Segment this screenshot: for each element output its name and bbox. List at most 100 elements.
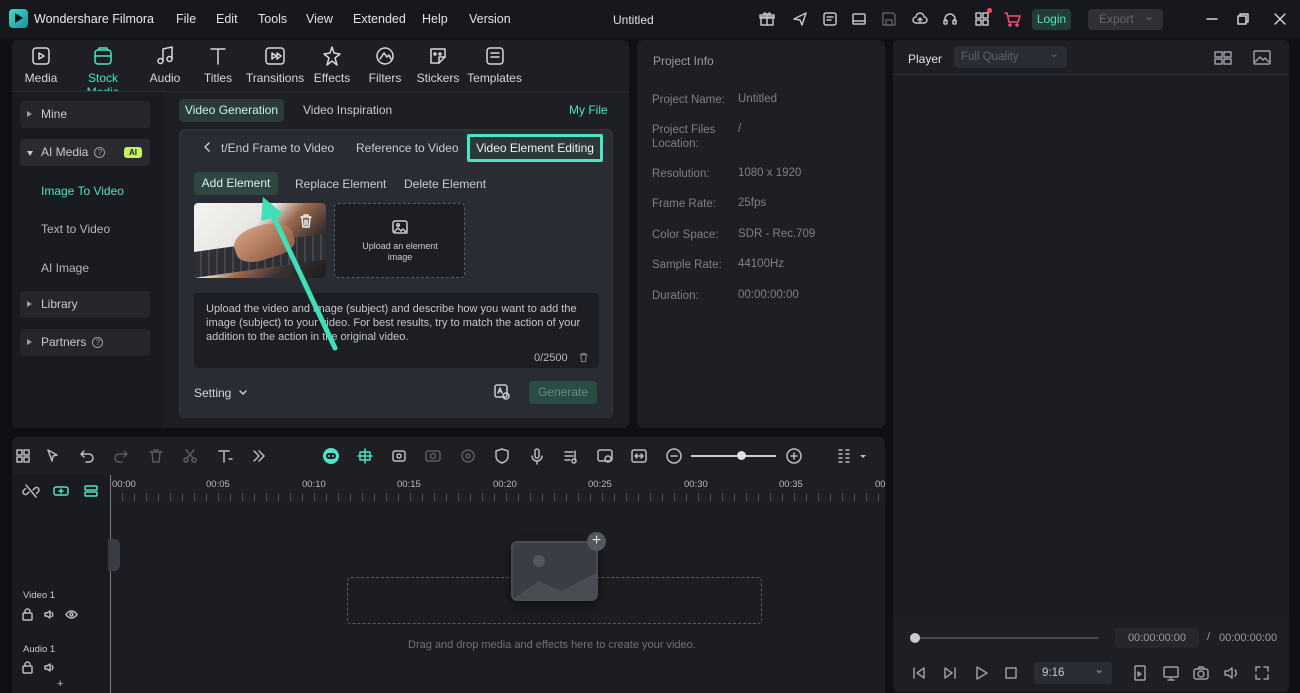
media-kit-icon[interactable] xyxy=(821,10,839,28)
sidebar-item-text-to-video[interactable]: Text to Video xyxy=(41,222,110,236)
replace-element-button[interactable]: Replace Element xyxy=(295,177,386,191)
send-icon[interactable] xyxy=(791,10,809,28)
track-layout-icon[interactable] xyxy=(835,447,853,465)
zoom-slider-handle[interactable] xyxy=(737,451,746,460)
next-frame-icon[interactable] xyxy=(941,664,959,682)
snap-icon[interactable] xyxy=(356,447,374,465)
lock-icon[interactable] xyxy=(21,608,34,621)
menu-file[interactable]: File xyxy=(176,12,196,26)
stabilize-icon[interactable] xyxy=(459,447,477,465)
ai-assist-icon[interactable] xyxy=(492,382,512,402)
previous-frame-icon[interactable] xyxy=(910,664,928,682)
multicam-icon[interactable] xyxy=(424,447,442,465)
sidebar-item-ai-image[interactable]: AI Image xyxy=(41,261,89,275)
tab-start-end-frame[interactable]: t/End Frame to Video xyxy=(221,141,334,155)
tab-video-inspiration[interactable]: Video Inspiration xyxy=(303,103,392,117)
pip-icon[interactable] xyxy=(596,447,614,465)
layout-icon[interactable] xyxy=(850,10,868,28)
playhead[interactable] xyxy=(110,475,111,693)
speaker-icon[interactable] xyxy=(43,608,56,621)
grid-view-icon[interactable] xyxy=(1214,50,1232,65)
setting-dropdown[interactable]: Setting xyxy=(194,386,231,400)
add-media-icon[interactable]: + xyxy=(587,532,606,551)
sidebar-item-partners[interactable]: Partners? xyxy=(20,329,150,356)
my-file-link[interactable]: My File xyxy=(569,103,608,117)
fit-width-icon[interactable] xyxy=(630,447,648,465)
unlink-icon[interactable] xyxy=(22,483,40,499)
microphone-icon[interactable] xyxy=(528,447,546,465)
quality-select[interactable]: Full Quality xyxy=(954,43,1067,68)
add-track-icon[interactable]: + xyxy=(57,678,63,690)
apps-grid-icon[interactable] xyxy=(973,8,992,28)
tab-video-generation[interactable]: Video Generation xyxy=(179,99,284,122)
zoom-out-icon[interactable] xyxy=(665,447,683,465)
track-manager-icon[interactable] xyxy=(82,483,100,499)
ai-mate-icon[interactable] xyxy=(322,447,340,465)
more-tools-icon[interactable] xyxy=(250,447,268,465)
login-button[interactable]: Login xyxy=(1032,9,1071,30)
auto-ripple-icon[interactable] xyxy=(390,447,408,465)
tab-audio[interactable]: Audio xyxy=(135,45,195,85)
close-icon[interactable] xyxy=(1271,10,1289,28)
menu-edit[interactable]: Edit xyxy=(216,12,238,26)
delete-element-button[interactable]: Delete Element xyxy=(404,177,486,191)
menu-help[interactable]: Help xyxy=(422,12,448,26)
tab-filters[interactable]: Filters xyxy=(355,45,415,85)
select-pointer-icon[interactable] xyxy=(44,447,62,465)
fullscreen-icon[interactable] xyxy=(1253,664,1271,682)
tab-media[interactable]: Media xyxy=(11,45,71,85)
eye-icon[interactable] xyxy=(65,608,78,621)
aspect-ratio-select[interactable]: 9:16 xyxy=(1034,659,1112,684)
playhead-handle[interactable] xyxy=(108,539,120,571)
clear-prompt-icon[interactable] xyxy=(578,352,589,363)
player-preview[interactable] xyxy=(893,76,1289,616)
tab-transitions[interactable]: Transitions xyxy=(245,45,305,85)
sidebar-item-library[interactable]: Library xyxy=(20,291,150,318)
menu-view[interactable]: View xyxy=(306,12,333,26)
play-icon[interactable] xyxy=(972,664,990,682)
camera-icon[interactable] xyxy=(1192,664,1210,682)
shield-icon[interactable] xyxy=(493,447,511,465)
add-element-button[interactable]: Add Element xyxy=(194,172,278,195)
scrubber-handle[interactable] xyxy=(910,633,920,643)
restore-icon[interactable] xyxy=(1234,10,1252,28)
export-frame-icon[interactable] xyxy=(1131,664,1149,682)
export-button[interactable]: Export xyxy=(1088,6,1163,30)
speaker-icon[interactable] xyxy=(43,661,56,674)
gift-icon[interactable] xyxy=(758,10,776,28)
display-icon[interactable] xyxy=(1162,664,1180,682)
cart-icon[interactable] xyxy=(1003,10,1021,28)
help-icon[interactable]: ? xyxy=(92,337,104,348)
tab-templates[interactable]: Templates xyxy=(464,45,525,85)
volume-icon[interactable] xyxy=(1222,664,1240,682)
tab-stickers[interactable]: Stickers xyxy=(408,45,468,85)
snapshot-image-icon[interactable] xyxy=(1253,50,1271,65)
help-icon[interactable]: ? xyxy=(94,147,106,158)
chevron-left-icon[interactable] xyxy=(201,141,213,153)
generate-button[interactable]: Generate xyxy=(529,381,597,404)
redo-icon[interactable] xyxy=(112,447,130,465)
playback-scrubber[interactable] xyxy=(913,637,1098,639)
lock-icon[interactable] xyxy=(21,661,34,674)
tab-video-element-editing[interactable]: Video Element Editing xyxy=(467,134,603,162)
layout-grid-icon[interactable] xyxy=(14,447,32,465)
sidebar-item-mine[interactable]: Mine xyxy=(20,101,150,128)
sidebar-item-image-to-video[interactable]: Image To Video xyxy=(41,184,124,198)
delete-icon[interactable] xyxy=(147,447,165,465)
tab-effects[interactable]: Effects xyxy=(302,45,362,85)
cloud-upload-icon[interactable] xyxy=(911,10,929,28)
menu-version[interactable]: Version xyxy=(469,12,511,26)
dropdown-arrow-icon[interactable] xyxy=(858,447,868,465)
menu-tools[interactable]: Tools xyxy=(258,12,287,26)
headset-icon[interactable] xyxy=(941,10,959,28)
tab-reference-to-video[interactable]: Reference to Video xyxy=(356,141,459,155)
minimize-icon[interactable] xyxy=(1203,10,1221,28)
chevron-down-icon[interactable] xyxy=(238,388,248,398)
menu-extended[interactable]: Extended xyxy=(353,12,406,26)
undo-icon[interactable] xyxy=(78,447,96,465)
tab-titles[interactable]: Titles xyxy=(188,45,248,85)
add-video-track-icon[interactable] xyxy=(52,483,70,499)
current-timecode[interactable]: 00:00:00:00 xyxy=(1115,628,1199,648)
text-tool-icon[interactable] xyxy=(216,447,234,465)
zoom-in-icon[interactable] xyxy=(785,447,803,465)
